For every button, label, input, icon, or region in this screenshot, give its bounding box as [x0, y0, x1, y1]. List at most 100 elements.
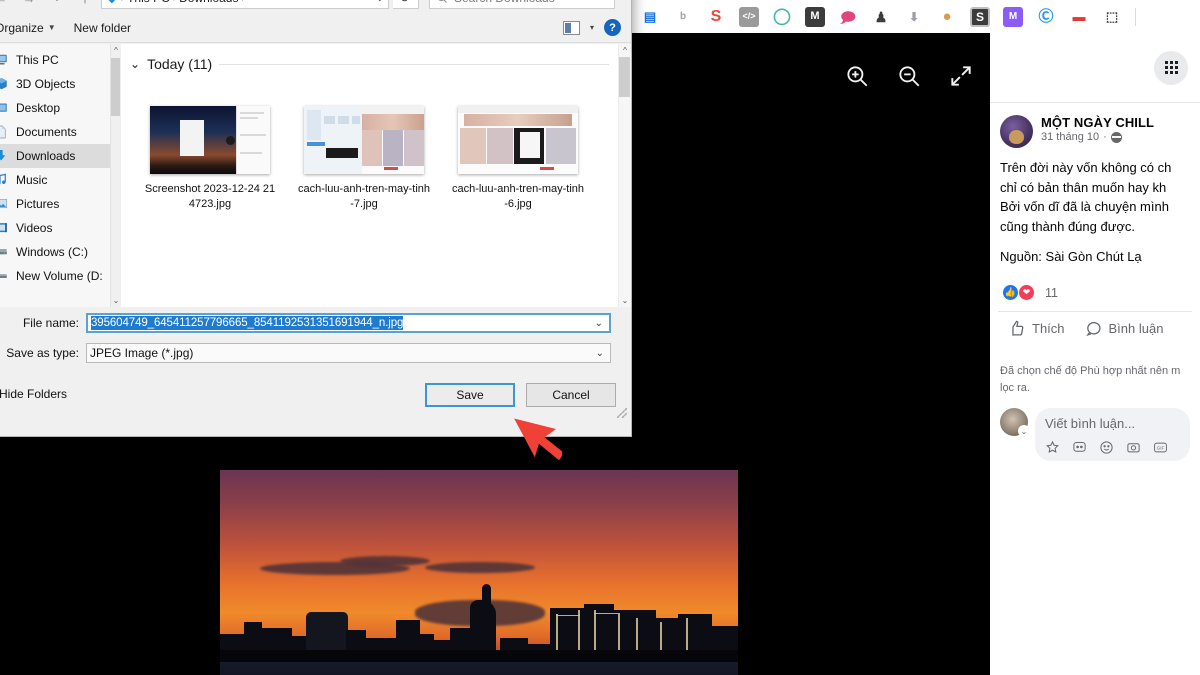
current-user-avatar[interactable]: ⌄: [1000, 408, 1030, 437]
sticker-icon[interactable]: [1045, 440, 1060, 455]
back-arrow-icon[interactable]: ←: [0, 0, 13, 9]
comment-button[interactable]: Bình luận: [1085, 320, 1163, 337]
group-divider: [219, 63, 609, 65]
forward-arrow-icon[interactable]: →: [17, 0, 41, 9]
zoom-in-icon[interactable]: [844, 63, 870, 89]
chat-plus-icon[interactable]: 🗩: [838, 7, 858, 27]
sidebar-label: New Volume (D:: [16, 269, 103, 283]
reaction-row[interactable]: 👍 ❤ 11: [990, 270, 1200, 311]
view-layout-icon[interactable]: [562, 20, 580, 35]
download-hat-icon[interactable]: ♟: [871, 7, 891, 27]
file-name-chevron-down-icon[interactable]: ⌄: [595, 318, 606, 329]
comment-input-box[interactable]: Viết bình luận... GIF: [1035, 408, 1190, 461]
circle-icon[interactable]: ◯: [772, 7, 792, 27]
c-blue-icon[interactable]: Ⓒ: [1036, 7, 1056, 27]
new-folder-button[interactable]: New folder: [74, 21, 131, 35]
avatar-sticker-icon[interactable]: [1072, 440, 1087, 455]
red-pill-icon[interactable]: ▬: [1069, 7, 1089, 27]
address-chevron-down-icon[interactable]: ⌄: [376, 0, 384, 4]
file-item[interactable]: cach-luu-anh-tren-may-tinh-6.jpg: [451, 106, 585, 212]
sidebar-label: Documents: [16, 125, 77, 139]
sidebar-item-pictures[interactable]: Pictures: [0, 192, 121, 216]
download-arrow-icon[interactable]: ⬇: [904, 7, 924, 27]
menu-grid-icon[interactable]: [1154, 50, 1188, 85]
sidebar-label: Music: [16, 173, 48, 187]
sidebar-item-music[interactable]: Music: [0, 168, 121, 192]
pc-icon: [0, 54, 7, 65]
globe-icon: [1110, 131, 1122, 143]
puzzle-icon[interactable]: ⬚: [1102, 7, 1122, 27]
scroll-down-icon[interactable]: ⌄: [113, 296, 120, 305]
fullscreen-icon[interactable]: [948, 63, 974, 89]
sidebar-item-new-volume-d[interactable]: New Volume (D:: [0, 264, 121, 288]
help-icon[interactable]: ?: [604, 19, 621, 36]
resize-grip[interactable]: [617, 408, 627, 418]
group-chevron-icon[interactable]: ⌄: [130, 57, 140, 71]
search-input[interactable]: Search Downloads: [429, 0, 615, 9]
sidebar-item-downloads[interactable]: Downloads: [0, 144, 121, 168]
places-scroll-thumb[interactable]: [111, 58, 120, 116]
like-button[interactable]: Thích: [1008, 320, 1065, 337]
dialog-fields: File name: 395604749_645411257796665_854…: [0, 310, 631, 370]
file-item[interactable]: Screenshot 2023-12-24 214723.jpg: [143, 106, 277, 212]
file-list: ⌄ Today (11) Screenshot 2023-12-24 21472…: [121, 44, 631, 307]
cookie-icon[interactable]: ●: [937, 7, 957, 27]
search-placeholder: Search Downloads: [454, 0, 555, 5]
breadcrumb-separator: ›: [121, 0, 124, 4]
sidebar-item-3d-objects[interactable]: 3D Objects: [0, 72, 121, 96]
sidebar-item-desktop[interactable]: Desktop: [0, 96, 121, 120]
up-arrow-icon[interactable]: ↑: [73, 0, 97, 9]
videos-icon: [0, 223, 7, 233]
address-bar[interactable]: ⬇ › This PC › Downloads › ⌄: [101, 0, 389, 9]
recent-locations-icon[interactable]: ⌄: [45, 0, 69, 9]
s-dark-icon[interactable]: S: [970, 6, 990, 27]
sidebar-item-windows-c[interactable]: Windows (C:): [0, 240, 121, 264]
view-chevron-down-icon[interactable]: ▾: [590, 23, 594, 32]
post-author-name[interactable]: MỘT NGÀY CHILL: [1041, 115, 1154, 130]
camera-icon[interactable]: [1126, 440, 1141, 455]
cancel-button[interactable]: Cancel: [526, 383, 616, 407]
emoji-icon[interactable]: [1099, 440, 1114, 455]
s-red-icon[interactable]: S: [706, 7, 726, 27]
chevron-down-icon[interactable]: ⌄: [1018, 425, 1030, 437]
file-list-scroll-thumb[interactable]: [619, 57, 630, 97]
sidebar-item-videos[interactable]: Videos: [0, 216, 121, 240]
breadcrumb-downloads[interactable]: Downloads: [179, 0, 238, 5]
reaction-count: 11: [1045, 285, 1058, 300]
screen: ▤ b S </> ◯ M 🗩 ♟ ⬇ ● S M Ⓒ ▬ ⬚ MỘT NGÀY…: [0, 0, 1200, 675]
sidebar-label: Videos: [16, 221, 53, 235]
save-type-chevron-down-icon[interactable]: ⌄: [596, 348, 607, 359]
file-name-input[interactable]: 395604749_645411257796665_85411925313516…: [86, 313, 611, 333]
breadcrumb-this-pc[interactable]: This PC: [127, 0, 170, 5]
organize-button[interactable]: Organize ▼: [0, 21, 56, 35]
refresh-icon[interactable]: ⟳: [393, 0, 419, 9]
post-source-text: Nguồn: Sài Gòn Chút Lạ: [1000, 249, 1142, 264]
author-avatar[interactable]: [1000, 115, 1033, 148]
file-item[interactable]: cach-luu-anh-tren-may-tinh-7.jpg: [297, 106, 431, 212]
gif-icon[interactable]: GIF: [1153, 440, 1168, 455]
save-button[interactable]: Save: [425, 383, 515, 407]
chevron-down-icon: ▼: [47, 23, 56, 32]
post-date: 31 tháng 10: [1041, 131, 1100, 143]
scroll-up-icon[interactable]: ^: [114, 46, 118, 55]
scroll-up-icon[interactable]: ^: [623, 46, 627, 55]
document-icon: [0, 125, 6, 139]
file-name-label: cach-luu-anh-tren-may-tinh-6.jpg: [451, 183, 585, 210]
bitwarden-icon[interactable]: b: [673, 7, 693, 27]
sunset-photo: [220, 470, 738, 675]
sidebar-item-documents[interactable]: Documents: [0, 120, 121, 144]
file-thumbnail-webpage-2: [458, 106, 578, 174]
m-purple-icon[interactable]: M: [1003, 6, 1023, 27]
mail-m-icon[interactable]: M: [805, 6, 825, 27]
breadcrumb-separator: ›: [173, 0, 176, 4]
sidebar-item-this-pc[interactable]: This PC: [0, 48, 121, 72]
reader-icon[interactable]: ▤: [640, 7, 660, 27]
hide-folders-button[interactable]: Hide Folders: [0, 387, 67, 401]
group-header-today[interactable]: ⌄ Today (11): [121, 44, 631, 72]
fb-action-bar: Thích Bình luận: [998, 311, 1192, 345]
code-icon[interactable]: </>: [739, 6, 759, 27]
scroll-down-icon[interactable]: ⌄: [622, 296, 629, 305]
zoom-out-icon[interactable]: [896, 63, 922, 89]
save-type-select[interactable]: JPEG Image (*.jpg) ⌄: [86, 343, 611, 363]
thumbnail-grid: Screenshot 2023-12-24 214723.jpg cach-lu…: [121, 72, 631, 212]
